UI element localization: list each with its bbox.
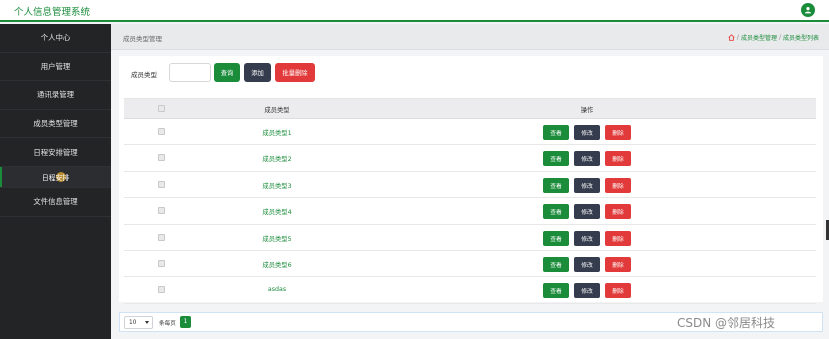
- view-button[interactable]: 查看: [543, 125, 569, 140]
- delete-button[interactable]: 删除: [605, 256, 631, 272]
- sidebar: 个人中心 用户管理 通讯录管理 成员类型管理 日程安排管理 日程安排 文件信息管…: [0, 24, 111, 339]
- table-row: 成员类型4 查看 修改 删除: [124, 198, 816, 225]
- view-button[interactable]: 查看: [543, 151, 569, 167]
- sidebar-item-label: 用户管理: [40, 61, 71, 71]
- sidebar-item-personal-center[interactable]: 个人中心: [0, 24, 111, 53]
- member-type-search-input[interactable]: [169, 63, 211, 82]
- page-title: 成员类型管理: [123, 35, 162, 43]
- home-icon[interactable]: [728, 34, 735, 41]
- row-checkbox[interactable]: [158, 154, 165, 162]
- member-type-cell: 成员类型4: [262, 209, 292, 217]
- table-header: 成员类型 操作: [124, 99, 816, 119]
- page-size-select[interactable]: 10: [124, 316, 153, 329]
- table-row: 成员类型6 查看 修改 删除: [124, 251, 816, 278]
- delete-button[interactable]: 删除: [605, 151, 631, 167]
- current-page-button[interactable]: 1: [180, 316, 191, 328]
- member-type-cell: 成员类型3: [262, 182, 292, 190]
- select-all-checkbox[interactable]: [158, 105, 165, 112]
- view-button[interactable]: 查看: [543, 177, 569, 193]
- chevron-down-icon: [145, 321, 149, 324]
- view-button[interactable]: 查看: [543, 283, 569, 299]
- breadcrumb-separator: /: [736, 34, 739, 41]
- query-button[interactable]: 查询: [214, 63, 240, 82]
- row-checkbox[interactable]: [158, 286, 165, 294]
- add-button[interactable]: 添加: [244, 63, 271, 82]
- sidebar-item-label: 成员类型管理: [33, 119, 78, 129]
- sidebar-item-schedule-management[interactable]: 日程安排管理: [0, 138, 111, 167]
- sidebar-item-label: 文件信息管理: [33, 197, 78, 207]
- row-checkbox[interactable]: [158, 207, 165, 215]
- user-icon[interactable]: [801, 3, 815, 17]
- per-page-label: 条每页: [159, 321, 176, 327]
- edit-button[interactable]: 修改: [574, 283, 600, 299]
- table-row: asdas 查看 修改 删除: [124, 277, 816, 304]
- edit-button[interactable]: 修改: [574, 151, 600, 167]
- sidebar-item-member-type-management[interactable]: 成员类型管理: [0, 110, 111, 139]
- table-row: 成员类型1 查看 修改 删除: [124, 119, 816, 146]
- column-header-member-type: 成员类型: [264, 107, 290, 114]
- delete-button[interactable]: 删除: [605, 177, 631, 193]
- row-checkbox[interactable]: [158, 128, 165, 135]
- delete-button[interactable]: 删除: [605, 204, 631, 220]
- delete-button[interactable]: 删除: [605, 230, 631, 246]
- table-body: 成员类型1 查看 修改 删除 成员类型2 查看 修改 删除 成员类型3 查看 修改 删除 成员类型4 查看…: [124, 119, 816, 304]
- edit-button[interactable]: 修改: [574, 177, 600, 193]
- view-button[interactable]: 查看: [543, 204, 569, 220]
- main-content: 成员类型管理 / 成员类型管理 / 成员类型列表 成员类型 查询 添加 批量删除…: [111, 24, 829, 339]
- breadcrumb-separator: /: [778, 34, 781, 41]
- row-checkbox[interactable]: [158, 233, 165, 241]
- page-size-value: 10: [129, 319, 137, 326]
- breadcrumb: / 成员类型管理 / 成员类型列表: [728, 33, 819, 42]
- search-label: 成员类型: [131, 71, 157, 79]
- user-glyph: [804, 7, 812, 14]
- sidebar-item-label: 日程安排管理: [33, 147, 78, 157]
- member-type-cell: 成员类型5: [262, 235, 292, 243]
- view-button[interactable]: 查看: [543, 230, 569, 246]
- sidebar-subitem-schedule[interactable]: 日程安排: [0, 166, 111, 188]
- edit-button[interactable]: 修改: [574, 256, 600, 272]
- sidebar-item-contacts-management[interactable]: 通讯录管理: [0, 81, 111, 110]
- table-row: 成员类型3 查看 修改 删除: [124, 172, 816, 199]
- edit-button[interactable]: 修改: [574, 230, 600, 246]
- column-header-actions: 操作: [580, 107, 594, 114]
- member-type-cell: 成员类型2: [262, 156, 292, 164]
- breadcrumb-item-member-type-management[interactable]: 成员类型管理: [741, 33, 777, 42]
- row-checkbox[interactable]: [158, 180, 165, 188]
- member-type-cell: 成员类型6: [262, 261, 292, 269]
- delete-button[interactable]: 删除: [605, 125, 631, 140]
- table-row: 成员类型5 查看 修改 删除: [124, 225, 816, 251]
- page-header: 成员类型管理 / 成员类型管理 / 成员类型列表: [111, 24, 829, 50]
- sidebar-item-label: 日程安排: [41, 173, 70, 182]
- sidebar-item-label: 通讯录管理: [37, 90, 74, 100]
- member-type-table: 成员类型 操作 成员类型1 查看 修改 删除 成员类型2 查看 修改 删除 成员类型3 查看 修改删…: [124, 98, 816, 304]
- edit-button[interactable]: 修改: [574, 125, 600, 140]
- app-title: 个人信息管理系统: [14, 7, 91, 18]
- watermark: CSDN @邻居科技: [677, 316, 776, 330]
- sidebar-item-user-management[interactable]: 用户管理: [0, 53, 111, 82]
- batch-delete-button[interactable]: 批量删除: [275, 63, 315, 82]
- sidebar-item-label: 个人中心: [40, 33, 71, 43]
- row-checkbox[interactable]: [158, 259, 165, 267]
- member-type-cell: 成员类型1: [262, 130, 292, 137]
- sidebar-item-file-management[interactable]: 文件信息管理: [0, 188, 111, 217]
- breadcrumb-item-member-type-list: 成员类型列表: [782, 35, 819, 42]
- view-button[interactable]: 查看: [543, 256, 569, 272]
- edit-button[interactable]: 修改: [574, 204, 600, 220]
- table-row: 成员类型2 查看 修改 删除: [124, 145, 816, 172]
- member-type-cell: asdas: [267, 286, 287, 294]
- delete-button[interactable]: 删除: [605, 283, 631, 299]
- top-bar: 个人信息管理系统: [0, 0, 829, 22]
